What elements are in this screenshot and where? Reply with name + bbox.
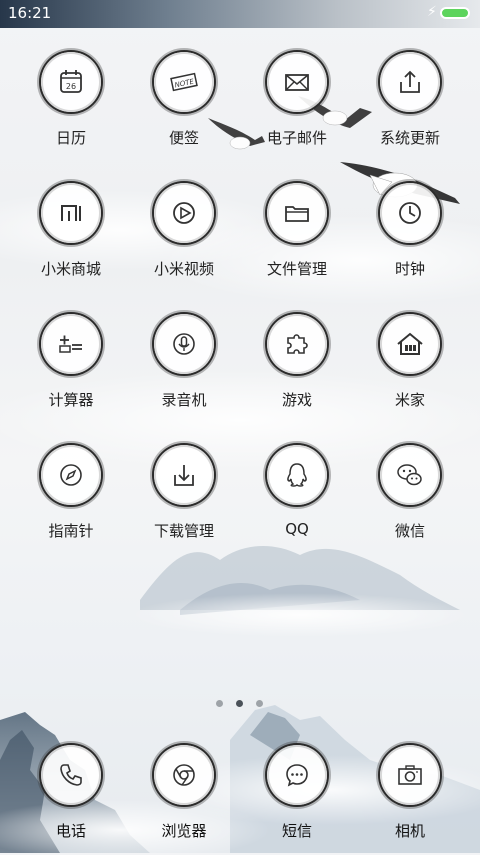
app-label: 短信 — [281, 822, 312, 840]
dock-camera[interactable]: 相机 — [355, 745, 465, 855]
app-label: 小米商城 — [40, 260, 101, 278]
puzzle-icon — [267, 314, 327, 374]
app-mi-video[interactable]: 小米视频 — [129, 183, 239, 293]
page-dot[interactable] — [216, 700, 223, 707]
app-label: 时钟 — [394, 260, 425, 278]
app-label: 浏览器 — [161, 822, 207, 840]
dock-messages[interactable]: 短信 — [242, 745, 352, 855]
microphone-icon — [154, 314, 214, 374]
app-system-update[interactable]: 系统更新 — [355, 52, 465, 162]
app-mi-home[interactable]: 米家 — [355, 314, 465, 424]
battery-icon — [440, 7, 470, 19]
dock-browser[interactable]: 浏览器 — [129, 745, 239, 855]
app-calculator[interactable]: 计算器 — [16, 314, 126, 424]
app-label: 便签 — [168, 129, 199, 147]
app-label: 米家 — [394, 391, 425, 409]
app-label: 下载管理 — [153, 522, 214, 540]
app-label: 电话 — [55, 822, 86, 840]
app-label: 微信 — [394, 522, 425, 540]
page-dot-active[interactable] — [236, 700, 243, 707]
page-dot[interactable] — [256, 700, 263, 707]
app-recorder[interactable]: 录音机 — [129, 314, 239, 424]
app-label: 游戏 — [281, 391, 312, 409]
note-icon: NOTE — [154, 52, 214, 112]
app-label: QQ — [285, 520, 309, 538]
app-label: 日历 — [55, 129, 86, 147]
clock-icon — [380, 183, 440, 243]
folder-icon — [267, 183, 327, 243]
app-mi-store[interactable]: 小米商城 — [16, 183, 126, 293]
email-icon — [267, 52, 327, 112]
app-label: 指南针 — [48, 522, 94, 540]
upload-icon — [380, 52, 440, 112]
app-wechat[interactable]: 微信 — [355, 445, 465, 555]
app-label: 计算器 — [48, 391, 94, 409]
app-label: 系统更新 — [379, 129, 440, 147]
wechat-icon — [380, 445, 440, 505]
phone-icon — [41, 745, 101, 805]
app-clock[interactable]: 时钟 — [355, 183, 465, 293]
page-indicator — [214, 700, 266, 708]
app-label: 电子邮件 — [266, 129, 327, 147]
app-file-manager[interactable]: 文件管理 — [242, 183, 352, 293]
home-icon — [380, 314, 440, 374]
mi-store-icon — [41, 183, 101, 243]
download-icon — [154, 445, 214, 505]
video-play-icon — [154, 183, 214, 243]
app-compass[interactable]: 指南针 — [16, 445, 126, 555]
app-label: 相机 — [394, 822, 425, 840]
app-downloads[interactable]: 下载管理 — [129, 445, 239, 555]
message-icon — [267, 745, 327, 805]
camera-icon — [380, 745, 440, 805]
status-bar: 16:21 ⚡ — [0, 0, 480, 28]
app-calendar[interactable]: 26 日历 — [16, 52, 126, 162]
browser-icon — [154, 745, 214, 805]
dock-phone[interactable]: 电话 — [16, 745, 126, 855]
qq-penguin-icon — [267, 445, 327, 505]
app-games[interactable]: 游戏 — [242, 314, 352, 424]
calendar-icon: 26 — [41, 52, 101, 112]
app-qq[interactable]: QQ — [242, 445, 352, 555]
charging-icon: ⚡ — [427, 4, 437, 20]
calendar-date: 26 — [66, 82, 76, 91]
status-time: 16:21 — [8, 4, 52, 22]
app-label: 文件管理 — [266, 260, 327, 278]
calculator-icon — [41, 314, 101, 374]
compass-icon — [41, 445, 101, 505]
app-label: 小米视频 — [153, 260, 214, 278]
app-email[interactable]: 电子邮件 — [242, 52, 352, 162]
app-label: 录音机 — [161, 391, 207, 409]
app-notes[interactable]: NOTE 便签 — [129, 52, 239, 162]
